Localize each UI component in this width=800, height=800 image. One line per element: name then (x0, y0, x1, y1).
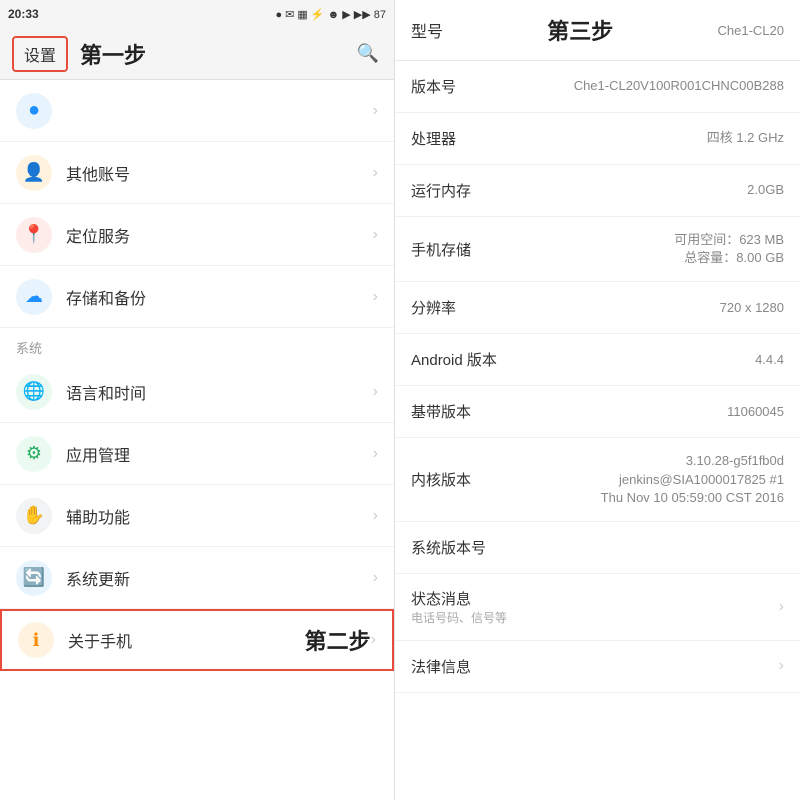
value-baseband: 11060045 (727, 403, 784, 421)
menu-item-first[interactable]: ● › (0, 80, 394, 142)
label-status: 状态消息 (411, 588, 507, 609)
chevron-icon-storage: › (373, 288, 378, 306)
menu-list: ● › 👤 其他账号 › 📍 定位服务 › ☁ 存储和备份 (0, 80, 394, 800)
left-header-title: 第一步 (80, 38, 342, 70)
chevron-icon-system-update: › (373, 569, 378, 587)
row-legal[interactable]: 法律信息 › (395, 641, 800, 693)
menu-icon-first: ● (16, 93, 52, 129)
menu-label-system-update: 系统更新 (66, 566, 373, 590)
menu-label-accessibility: 辅助功能 (66, 504, 373, 528)
label-resolution: 分辨率 (411, 297, 491, 318)
value-processor: 四核 1.2 GHz (707, 129, 784, 147)
menu-item-other-account[interactable]: 👤 其他账号 › (0, 142, 394, 204)
chevron-icon-about-phone: › (371, 631, 376, 649)
chevron-icon-app-mgmt: › (373, 445, 378, 463)
label-baseband: 基带版本 (411, 401, 491, 422)
row-baseband: 基带版本 11060045 (395, 386, 800, 438)
menu-label-storage: 存储和备份 (66, 285, 373, 309)
row-resolution: 分辨率 720 x 1280 (395, 282, 800, 334)
value-kernel: 3.10.28-g5f1fb0djenkins@SIA1000017825 #1… (601, 452, 784, 507)
menu-icon-accessibility: ✋ (16, 498, 52, 534)
label-ram: 运行内存 (411, 180, 491, 201)
menu-icon-about-phone: ℹ (18, 622, 54, 658)
label-android-ver: Android 版本 (411, 349, 497, 370)
menu-label-language: 语言和时间 (66, 380, 373, 404)
menu-item-storage[interactable]: ☁ 存储和备份 › (0, 266, 394, 328)
menu-icon-language: 🌐 (16, 374, 52, 410)
chevron-icon-location: › (373, 226, 378, 244)
value-ram: 2.0GB (747, 181, 784, 199)
menu-item-accessibility[interactable]: ✋ 辅助功能 › (0, 485, 394, 547)
info-header-center: 第三步 (547, 14, 613, 46)
chevron-right-icon-legal: › (779, 657, 784, 675)
settings-button[interactable]: 设置 (12, 36, 68, 72)
battery-icon: ● ✉ ▦ ⚡ ☻ ▶ ▶▶ 87 (275, 8, 386, 21)
label-phone-storage: 手机存储 (411, 239, 491, 260)
chevron-icon-language: › (373, 383, 378, 401)
row-sys-version: 系统版本号 (395, 522, 800, 574)
menu-icon-app-mgmt: ⚙ (16, 436, 52, 472)
chevron-right-icon-status: › (779, 598, 784, 616)
menu-icon-location: 📍 (16, 217, 52, 253)
menu-icon-system-update: 🔄 (16, 560, 52, 596)
value-phone-storage: 可用空间：623 MB总容量：8.00 GB (674, 231, 784, 267)
menu-label-other-account: 其他账号 (66, 161, 373, 185)
menu-icon-other-account: 👤 (16, 155, 52, 191)
right-panel: 型号 第三步 Che1-CL20 版本号 Che1-CL20V100R001CH… (395, 0, 800, 800)
label-legal: 法律信息 (411, 656, 491, 677)
row-phone-storage: 手机存储 可用空间：623 MB总容量：8.00 GB (395, 217, 800, 282)
label-kernel: 内核版本 (411, 469, 491, 490)
menu-label-about-phone: 关于手机 (68, 628, 297, 652)
search-icon[interactable]: 🔍 (354, 40, 382, 68)
info-header-left: 型号 (411, 18, 443, 42)
row-android-ver: Android 版本 4.4.4 (395, 334, 800, 386)
label-sys-version: 系统版本号 (411, 537, 491, 558)
label-processor: 处理器 (411, 128, 491, 149)
value-android-ver: 4.4.4 (755, 351, 784, 369)
menu-item-app-mgmt[interactable]: ⚙ 应用管理 › (0, 423, 394, 485)
status-icons: ● ✉ ▦ ⚡ ☻ ▶ ▶▶ 87 (275, 8, 386, 21)
row-kernel: 内核版本 3.10.28-g5f1fb0djenkins@SIA10000178… (395, 438, 800, 522)
chevron-icon-accessibility: › (373, 507, 378, 525)
status-time: 20:33 (8, 7, 39, 21)
chevron-icon-first: › (373, 102, 378, 120)
info-header-right: Che1-CL20 (718, 23, 785, 38)
menu-item-about-phone[interactable]: ℹ 关于手机 第二步 › (0, 609, 394, 671)
menu-icon-storage: ☁ (16, 279, 52, 315)
row-status[interactable]: 状态消息 电话号码、信号等 › (395, 574, 800, 641)
menu-item-location[interactable]: 📍 定位服务 › (0, 204, 394, 266)
sublabel-status: 电话号码、信号等 (411, 609, 507, 626)
menu-label-app-mgmt: 应用管理 (66, 442, 373, 466)
chevron-icon-other-account: › (373, 164, 378, 182)
label-version-num: 版本号 (411, 76, 491, 97)
left-panel: 20:33 ● ✉ ▦ ⚡ ☻ ▶ ▶▶ 87 设置 第一步 🔍 ● › 👤 其… (0, 0, 395, 800)
value-version-num: Che1-CL20V100R001CHNC00B288 (574, 77, 784, 95)
menu-item-system-update[interactable]: 🔄 系统更新 › (0, 547, 394, 609)
value-resolution: 720 x 1280 (720, 299, 784, 317)
row-ram: 运行内存 2.0GB (395, 165, 800, 217)
left-header: 设置 第一步 🔍 (0, 28, 394, 80)
status-bar: 20:33 ● ✉ ▦ ⚡ ☻ ▶ ▶▶ 87 (0, 0, 394, 28)
section-system-label: 系统 (0, 328, 394, 361)
row-version-num: 版本号 Che1-CL20V100R001CHNC00B288 (395, 61, 800, 113)
step2-label: 第二步 (305, 624, 371, 656)
menu-item-language[interactable]: 🌐 语言和时间 › (0, 361, 394, 423)
info-header: 型号 第三步 Che1-CL20 (395, 0, 800, 61)
menu-label-location: 定位服务 (66, 223, 373, 247)
row-processor: 处理器 四核 1.2 GHz (395, 113, 800, 165)
status-label-group: 状态消息 电话号码、信号等 (411, 588, 507, 626)
